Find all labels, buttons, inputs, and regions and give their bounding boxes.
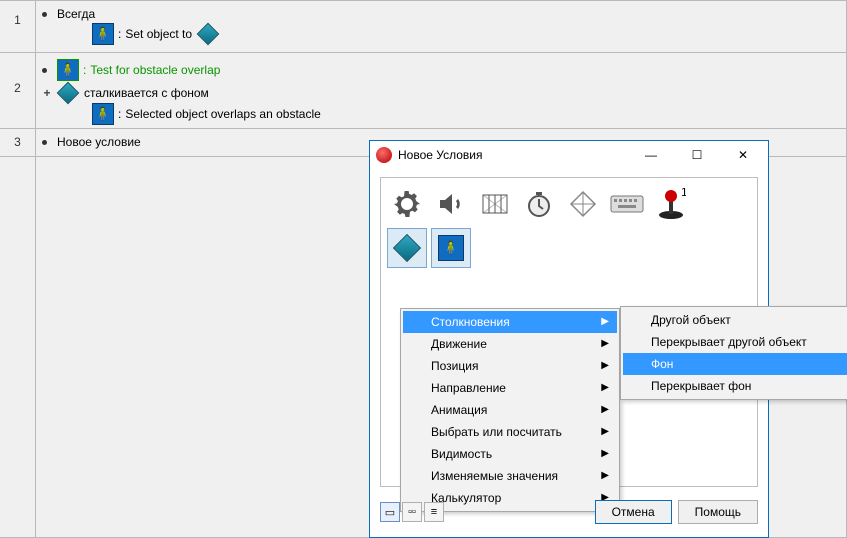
- create-icon[interactable]: [563, 184, 603, 224]
- condition-line[interactable]: Всегда: [42, 5, 840, 23]
- condition-text: Test for obstacle overlap: [90, 63, 220, 77]
- collisions-submenu: Другой объект Перекрывает другой объект …: [620, 306, 847, 400]
- diamond-object-icon: [197, 23, 220, 46]
- menu-item-label: Столкновения: [431, 315, 510, 329]
- bullet-icon: [42, 12, 47, 17]
- submenu-arrow-icon: ▶: [601, 316, 609, 327]
- action-line[interactable]: : Selected object overlaps an obstacle: [42, 103, 840, 127]
- timer-icon[interactable]: [519, 184, 559, 224]
- menu-item-label: Выбрать или посчитать: [431, 425, 562, 439]
- condition-line[interactable]: : Test for obstacle overlap: [42, 57, 840, 83]
- event-row[interactable]: 1 Всегда : Set object to: [0, 1, 846, 53]
- menu-item-movement[interactable]: Движение ▶: [403, 333, 617, 355]
- view-list-button[interactable]: ≡: [424, 502, 444, 522]
- menu-item-label: Видимость: [431, 447, 492, 461]
- expand-icon[interactable]: +: [42, 86, 52, 100]
- speaker-icon[interactable]: [431, 184, 471, 224]
- diamond-object-icon: [393, 234, 421, 262]
- row-number: 3: [0, 129, 35, 149]
- active-object-icon: [92, 23, 114, 45]
- object-picker-frame: 1 Столкновения ▶ Движение ▶ Позиция ▶ На…: [380, 177, 758, 487]
- menu-item-label: Перекрывает фон: [651, 379, 751, 393]
- colon: :: [118, 27, 121, 41]
- view-small-icons-button[interactable]: ▫▫: [402, 502, 422, 522]
- gear-icon[interactable]: [387, 184, 427, 224]
- submenu-arrow-icon: ▶: [601, 382, 609, 393]
- condition-text: Всегда: [57, 7, 95, 21]
- active-object-slot[interactable]: [431, 228, 471, 268]
- active-object-icon: [92, 103, 114, 125]
- keyboard-icon[interactable]: [607, 184, 647, 224]
- colon: :: [118, 107, 121, 121]
- menu-item-direction[interactable]: Направление ▶: [403, 377, 617, 399]
- submenu-arrow-icon: ▶: [601, 360, 609, 371]
- minimize-button[interactable]: —: [628, 141, 674, 169]
- conditions-context-menu: Столкновения ▶ Движение ▶ Позиция ▶ Напр…: [400, 308, 620, 512]
- menu-item-animation[interactable]: Анимация ▶: [403, 399, 617, 421]
- submenu-arrow-icon: ▶: [601, 338, 609, 349]
- diamond-object-slot[interactable]: [387, 228, 427, 268]
- help-button[interactable]: Помощь: [678, 500, 758, 524]
- maximize-button[interactable]: ☐: [674, 141, 720, 169]
- submenu-arrow-icon: ▶: [601, 448, 609, 459]
- submenu-item-another-object[interactable]: Другой объект: [623, 309, 847, 331]
- menu-item-label: Другой объект: [651, 313, 731, 327]
- system-objects-row: 1: [381, 178, 757, 228]
- action-text: Set object to: [125, 27, 192, 41]
- new-condition-dialog: Новое Условия — ☐ ✕ 1: [369, 140, 769, 538]
- cancel-button[interactable]: Отмена: [595, 500, 672, 524]
- menu-item-label: Движение: [431, 337, 487, 351]
- submenu-item-overlap-object[interactable]: Перекрывает другой объект: [623, 331, 847, 353]
- submenu-arrow-icon: ▶: [601, 470, 609, 481]
- menu-item-label: Анимация: [431, 403, 487, 417]
- submenu-item-overlap-backdrop[interactable]: Перекрывает фон: [623, 375, 847, 397]
- dialog-titlebar[interactable]: Новое Условия — ☐ ✕: [370, 141, 768, 169]
- close-button[interactable]: ✕: [720, 141, 766, 169]
- app-icon: [376, 147, 392, 163]
- menu-item-label: Изменяемые значения: [431, 469, 558, 483]
- active-object-icon: [57, 59, 79, 81]
- condition-text: сталкивается с фоном: [84, 86, 209, 100]
- dialog-title: Новое Условия: [398, 148, 628, 162]
- row-number: 2: [0, 53, 35, 95]
- event-row[interactable]: 2 : Test for obstacle overlap + сталкива…: [0, 53, 846, 129]
- menu-item-visibility[interactable]: Видимость ▶: [403, 443, 617, 465]
- bullet-icon: [42, 140, 47, 145]
- bullet-icon: [42, 68, 47, 73]
- action-text: Selected object overlaps an obstacle: [125, 107, 320, 121]
- storyboard-icon[interactable]: [475, 184, 515, 224]
- diamond-object-icon: [57, 82, 80, 105]
- condition-line[interactable]: + сталкивается с фоном: [42, 83, 840, 103]
- joystick-icon[interactable]: 1: [651, 184, 691, 224]
- menu-item-collisions[interactable]: Столкновения ▶: [403, 311, 617, 333]
- colon: :: [83, 63, 86, 77]
- menu-item-label: Перекрывает другой объект: [651, 335, 807, 349]
- submenu-arrow-icon: ▶: [601, 426, 609, 437]
- menu-item-pick-or-count[interactable]: Выбрать или посчитать ▶: [403, 421, 617, 443]
- submenu-item-backdrop[interactable]: Фон: [623, 353, 847, 375]
- menu-item-label: Направление: [431, 381, 506, 395]
- submenu-arrow-icon: ▶: [601, 404, 609, 415]
- condition-text: Новое условие: [57, 135, 141, 149]
- scene-objects-row: [381, 228, 757, 274]
- menu-item-position[interactable]: Позиция ▶: [403, 355, 617, 377]
- menu-item-label: Фон: [651, 357, 673, 371]
- action-line[interactable]: : Set object to: [42, 23, 840, 47]
- view-large-icons-button[interactable]: ▭: [380, 502, 400, 522]
- dialog-footer: ▭ ▫▫ ≡ Отмена Помощь: [380, 497, 758, 527]
- view-mode-buttons: ▭ ▫▫ ≡: [380, 502, 444, 522]
- svg-text:1: 1: [681, 188, 686, 199]
- row-number: 1: [0, 1, 35, 27]
- menu-item-label: Позиция: [431, 359, 478, 373]
- active-object-icon: [438, 235, 464, 261]
- menu-item-alterable-values[interactable]: Изменяемые значения ▶: [403, 465, 617, 487]
